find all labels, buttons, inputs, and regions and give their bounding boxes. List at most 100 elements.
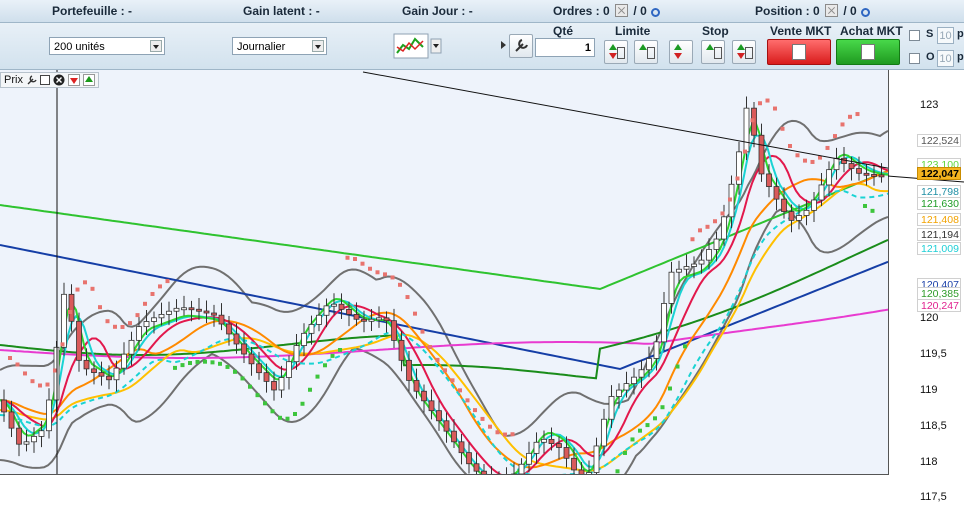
candle-body xyxy=(203,310,210,314)
sar-dot xyxy=(420,329,425,334)
axis-tick-label: 117,5 xyxy=(920,491,947,503)
candle-body xyxy=(136,326,142,341)
sar-dot xyxy=(571,484,575,488)
sar-dot xyxy=(263,401,267,406)
sar-dot xyxy=(308,387,312,392)
move-up-icon[interactable] xyxy=(82,74,95,86)
candle-body xyxy=(188,307,195,311)
candle-body xyxy=(218,314,225,325)
sar-dot xyxy=(765,98,770,103)
price-tag: 122,524 xyxy=(917,134,961,147)
candle-body xyxy=(878,174,885,178)
candle-body xyxy=(91,368,97,374)
candle-body xyxy=(556,443,562,448)
sar-dot xyxy=(398,282,402,287)
move-down-icon[interactable] xyxy=(67,74,80,86)
sar-dot xyxy=(705,224,710,229)
sar-dot xyxy=(195,359,200,364)
sar-dot xyxy=(165,279,170,284)
sar-dot xyxy=(278,415,282,420)
candle-body xyxy=(278,377,285,391)
candle-body xyxy=(698,259,705,265)
candle-body xyxy=(106,375,112,381)
wrench-icon[interactable] xyxy=(26,74,37,86)
axis-tick-label: 118,5 xyxy=(920,420,947,432)
sar-dot xyxy=(773,106,777,111)
sar-dot xyxy=(743,149,747,154)
sar-dot xyxy=(825,145,830,150)
candle-body xyxy=(856,168,862,174)
candle-body xyxy=(781,198,787,212)
sar-dot xyxy=(750,118,755,123)
candle-body xyxy=(616,389,622,397)
candle-body xyxy=(241,343,247,355)
window-icon[interactable] xyxy=(39,75,50,85)
sar-dot xyxy=(143,301,147,306)
candle-body xyxy=(248,353,255,365)
sar-dot xyxy=(713,219,717,224)
close-icon[interactable] xyxy=(53,74,65,86)
candle-body xyxy=(631,376,637,384)
chart-tab-prix[interactable]: Prix xyxy=(0,72,99,88)
sar-dot xyxy=(218,361,222,366)
candle-body xyxy=(743,107,750,153)
sar-dot xyxy=(345,255,350,260)
sar-dot xyxy=(173,365,177,370)
sar-dot xyxy=(563,479,567,483)
candle-body xyxy=(758,134,765,175)
sar-dot xyxy=(368,266,372,271)
sar-dot xyxy=(480,416,485,421)
sar-dot xyxy=(105,319,110,324)
sar-dot xyxy=(848,114,852,119)
sar-dot xyxy=(863,203,867,208)
sar-dot xyxy=(510,432,515,437)
sar-dot xyxy=(698,228,702,233)
candle-body xyxy=(788,211,795,221)
candle-body xyxy=(818,184,825,201)
sar-dot xyxy=(810,159,815,164)
sar-dot xyxy=(90,286,95,291)
sar-dot xyxy=(390,275,395,280)
sar-dot xyxy=(83,280,87,285)
candle-body xyxy=(166,310,172,315)
candle-body xyxy=(586,472,592,474)
sar-dot xyxy=(413,311,417,316)
sar-dot xyxy=(735,176,740,181)
candle-body xyxy=(23,441,30,445)
candle-body xyxy=(443,420,450,432)
sar-dot xyxy=(840,122,845,127)
sar-dot xyxy=(233,369,237,374)
sar-dot xyxy=(728,197,732,202)
sar-dot xyxy=(210,360,215,365)
candle-body xyxy=(1,399,7,413)
plot-layer xyxy=(0,70,888,516)
candle-body xyxy=(548,438,555,444)
candle-body xyxy=(638,369,645,378)
candle-body xyxy=(541,438,547,443)
sar-dot xyxy=(758,101,762,106)
sar-dot xyxy=(533,504,537,508)
candle-body xyxy=(871,174,877,177)
sar-dot xyxy=(135,313,140,318)
sar-dot xyxy=(323,363,327,368)
candle-body xyxy=(436,410,442,422)
candle-body xyxy=(578,469,585,474)
candle-body xyxy=(848,163,855,169)
sar-dot xyxy=(270,409,275,414)
sar-dot xyxy=(128,321,132,326)
sar-dot xyxy=(638,428,642,433)
sar-dot xyxy=(675,364,680,369)
sar-dot xyxy=(248,384,252,389)
candle-body xyxy=(623,383,630,391)
sar-dot xyxy=(803,158,807,163)
sar-dot xyxy=(120,324,125,329)
price-chart-svg[interactable] xyxy=(0,0,964,516)
sar-dot xyxy=(473,408,477,413)
candle-body xyxy=(158,313,165,319)
candle-body xyxy=(504,477,509,480)
sar-dot xyxy=(458,388,462,393)
sar-dot xyxy=(526,513,530,516)
candle-body xyxy=(766,173,772,187)
sar-dot xyxy=(465,398,470,403)
sar-dot xyxy=(330,353,335,358)
